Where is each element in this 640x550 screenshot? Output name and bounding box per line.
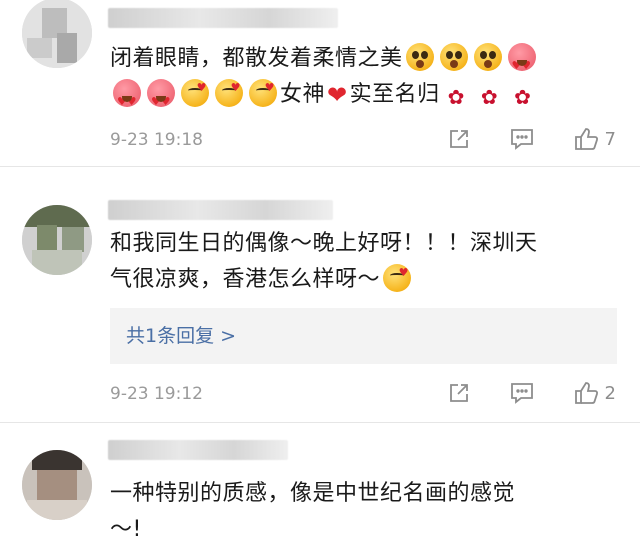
share-button[interactable]: [447, 381, 471, 405]
divider: [0, 166, 640, 167]
username-blurred[interactable]: [108, 8, 338, 28]
comment-text-segment: 实至名归: [349, 82, 440, 107]
username-blurred[interactable]: [108, 200, 333, 220]
share-button[interactable]: [447, 127, 471, 151]
kissing-heart-emoji-icon: ♥: [215, 79, 243, 107]
thumbs-up-icon: [574, 382, 598, 404]
heart-eyes-emoji-icon: [507, 43, 536, 71]
kissing-heart-emoji-icon: ♥: [181, 79, 209, 107]
rose-icon: ✿: [480, 85, 499, 109]
comment-text: 闭着眼睛，都散发着柔情之美 ♥ ♥ ♥ 女神❤实至名归 ✿ ✿ ✿: [110, 41, 610, 115]
heart-eyes-emoji-icon: [113, 79, 141, 107]
heart-eyes-emoji-icon: [147, 79, 175, 107]
astonished-face-emoji-icon: [473, 43, 502, 71]
comment-button[interactable]: [509, 127, 535, 151]
comment-icon: [510, 129, 533, 150]
comment-text-line: 气很凉爽，香港怎么样呀～: [110, 267, 381, 292]
comment-text-line: 闭着眼睛，都散发着柔情之美: [110, 46, 403, 71]
comment-actions: 7: [409, 126, 616, 152]
divider: [0, 422, 640, 423]
comment-icon: [510, 383, 533, 404]
comment-text-line: ～!: [110, 517, 142, 542]
like-count: 2: [604, 382, 616, 404]
comment-actions: 2: [409, 380, 616, 406]
comment-text: 一种特别的质感，像是中世纪名画的感觉 ～!: [110, 476, 610, 548]
red-heart-icon: ❤: [327, 81, 348, 109]
avatar[interactable]: [22, 205, 92, 275]
comment-text-segment: 女神: [280, 82, 326, 107]
like-button[interactable]: 7: [573, 126, 616, 152]
like-button[interactable]: 2: [573, 380, 616, 406]
rose-icon: ✿: [447, 85, 465, 109]
rose-icon: ✿: [514, 85, 532, 109]
like-count: 7: [604, 128, 616, 150]
comment-timestamp: 9-23 19:18: [110, 130, 203, 150]
username-blurred[interactable]: [108, 440, 288, 460]
share-icon: [449, 384, 468, 402]
comment-text-line: 一种特别的质感，像是中世纪名画的感觉: [110, 481, 516, 506]
avatar[interactable]: [22, 450, 92, 520]
astonished-face-emoji-icon: [405, 43, 434, 71]
comment-text: 和我同生日的偶像～晚上好呀！！！深圳天 气很凉爽，香港怎么样呀～ ♥: [110, 226, 610, 298]
comment-text-line: 和我同生日的偶像～晚上好呀！！！深圳天: [110, 231, 538, 256]
avatar[interactable]: [22, 0, 92, 68]
thumbs-up-icon: [574, 128, 598, 150]
astonished-face-emoji-icon: [439, 43, 468, 71]
comment-timestamp: 9-23 19:12: [110, 384, 203, 404]
view-replies-link[interactable]: 共1条回复 >: [110, 308, 617, 364]
share-icon: [449, 130, 468, 148]
kissing-heart-emoji-icon: ♥: [383, 264, 412, 292]
kissing-heart-emoji-icon: ♥: [249, 79, 277, 107]
comment-button[interactable]: [509, 381, 535, 405]
